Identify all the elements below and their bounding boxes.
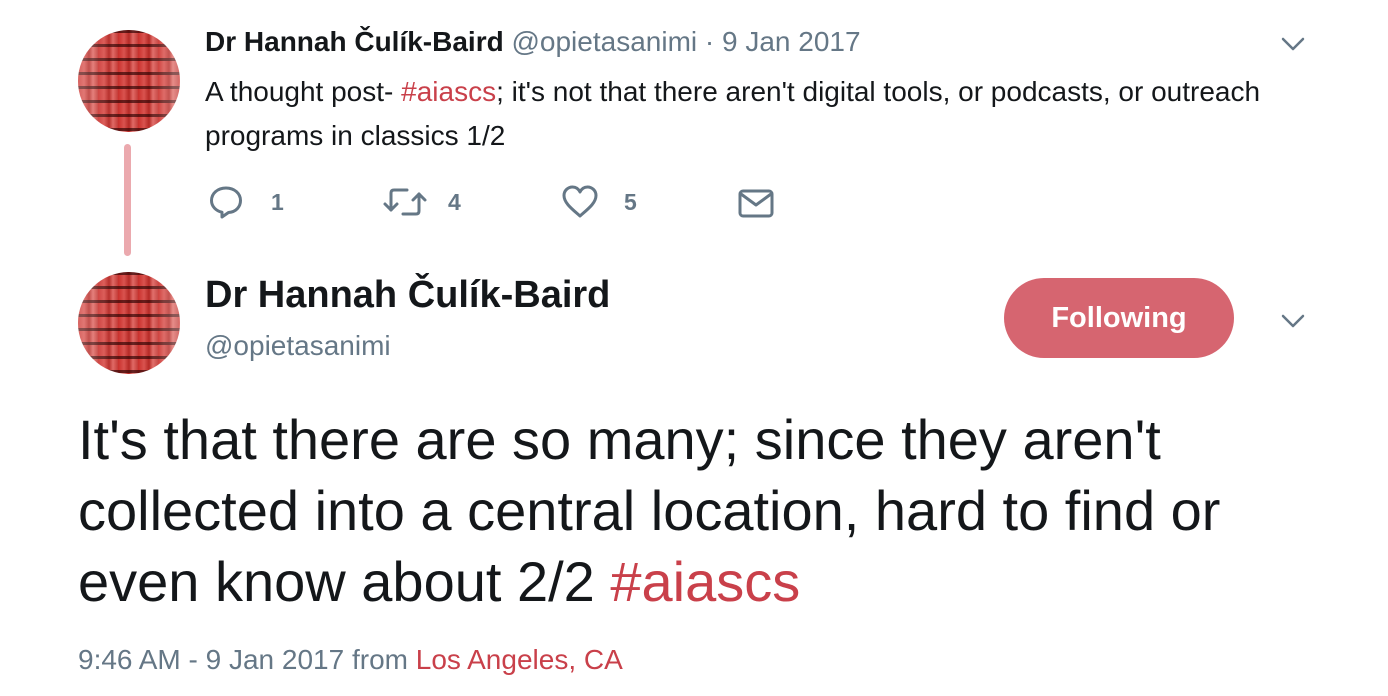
avatar[interactable] [78, 272, 180, 374]
separator-dot: · [704, 26, 715, 57]
chevron-down-icon[interactable] [1281, 313, 1305, 329]
author-handle[interactable]: @opietasanimi [205, 330, 391, 362]
author-name[interactable]: Dr Hannah Čulík-Baird [205, 274, 610, 317]
tweet-metadata: 9:46 AM - 9 Jan 2017 from Los Angeles, C… [78, 644, 623, 676]
following-button[interactable]: Following [1004, 278, 1234, 358]
author-handle[interactable]: @opietasanimi [511, 26, 697, 57]
reply-button[interactable]: 1 [208, 182, 284, 222]
hashtag-link[interactable]: #aiascs [401, 76, 496, 107]
avatar[interactable] [78, 30, 180, 132]
tweet-text: A thought post- #aiascs; it's not that t… [205, 70, 1305, 158]
retweet-icon [383, 188, 427, 216]
retweet-count: 4 [448, 188, 461, 215]
like-count: 5 [624, 188, 637, 215]
tweet-timestamp[interactable]: 9:46 AM - 9 Jan 2017 [78, 644, 344, 675]
heart-icon [562, 185, 598, 218]
reply-icon [210, 186, 242, 219]
thread-connector-line [124, 144, 131, 256]
envelope-icon [738, 189, 774, 218]
tweet-header: Dr Hannah Čulík-Baird @opietasanimi · 9 … [205, 26, 861, 58]
location-link[interactable]: Los Angeles, CA [416, 644, 623, 675]
like-button[interactable]: 5 [560, 182, 637, 222]
reply-count: 1 [271, 188, 284, 215]
hashtag-link[interactable]: #aiascs [610, 550, 800, 613]
from-label: from [344, 644, 416, 675]
retweet-button[interactable]: 4 [382, 182, 461, 222]
author-name[interactable]: Dr Hannah Čulík-Baird [205, 26, 504, 57]
tweet-text-part: A thought post- [205, 76, 402, 107]
tweet-text: It's that there are so many; since they … [78, 404, 1338, 617]
direct-message-button[interactable] [736, 182, 776, 222]
tweet-date[interactable]: 9 Jan 2017 [722, 26, 861, 57]
chevron-down-icon[interactable] [1281, 36, 1305, 52]
